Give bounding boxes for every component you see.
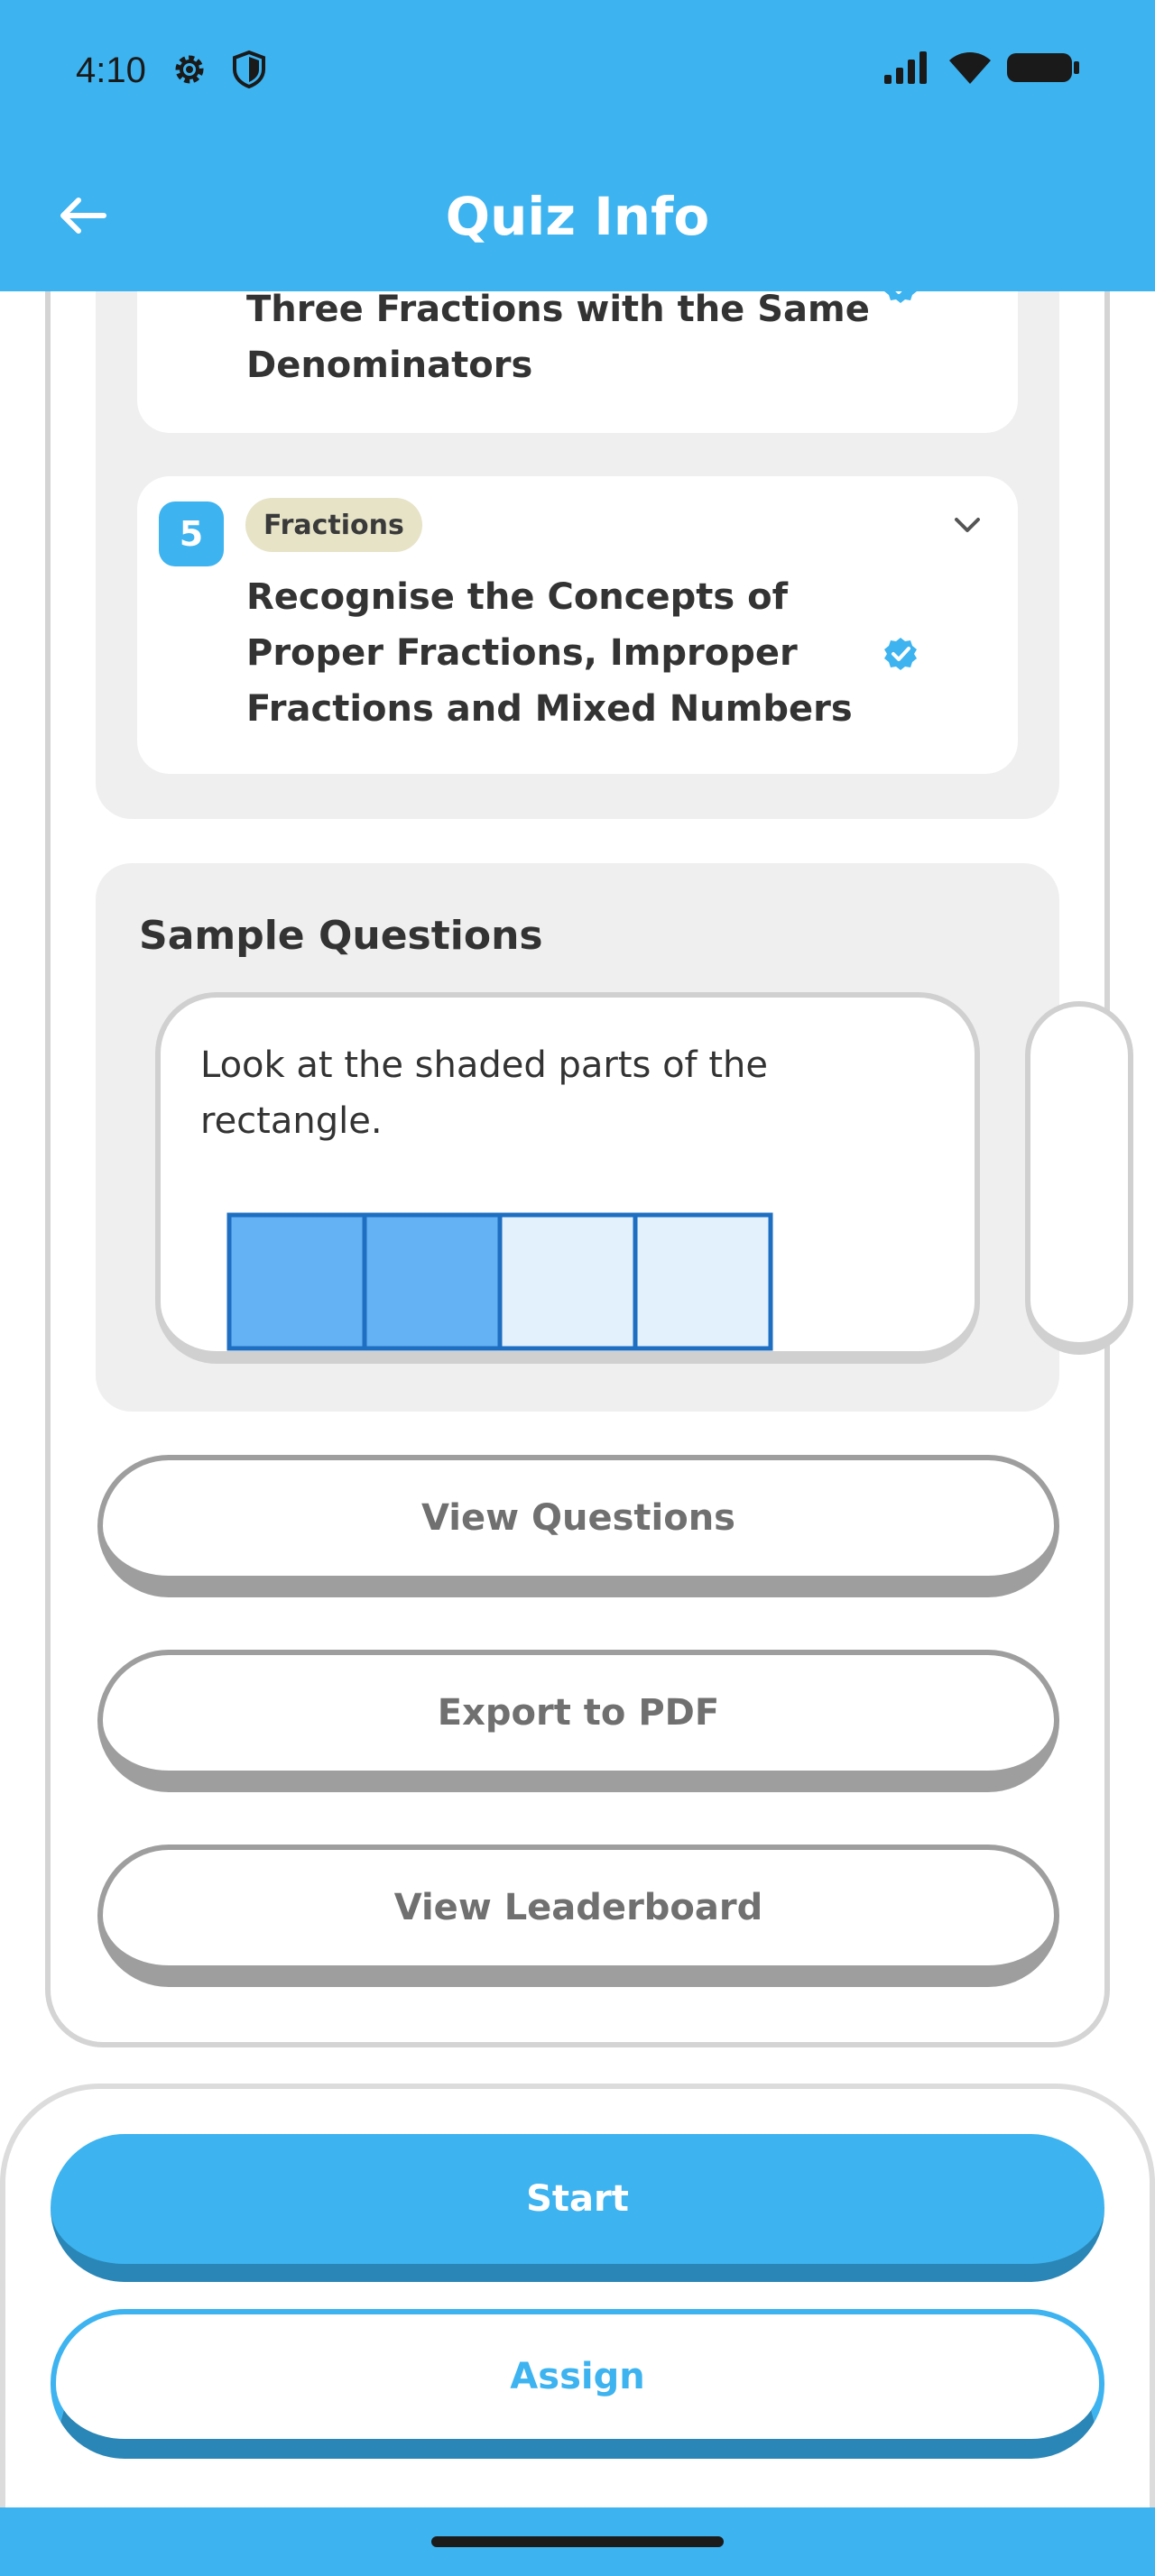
objective-4-title-line-2: Denominators bbox=[246, 345, 533, 386]
sample-question-text: Look at the shaded parts of the rectangl… bbox=[200, 1037, 832, 1149]
assign-button[interactable]: Assign bbox=[51, 2309, 1104, 2459]
quiz-info-screen: Three Fractions with the Same Denominato… bbox=[0, 0, 1155, 2576]
sample-questions-heading: Sample Questions bbox=[139, 913, 543, 959]
shaded-part bbox=[226, 1212, 367, 1351]
page-title: Quiz Info bbox=[445, 186, 710, 247]
app-header: 4:10 Quiz Info bbox=[0, 0, 1155, 291]
unshaded-part bbox=[633, 1212, 773, 1351]
signal-icon bbox=[884, 51, 927, 84]
sample-question-line-1: Look at the shaded parts of the bbox=[200, 1044, 768, 1086]
gear-icon bbox=[175, 55, 204, 84]
objective-number-badge: 5 bbox=[159, 501, 224, 566]
shaded-rectangle-figure bbox=[226, 1212, 773, 1351]
objective-5-title: Recognise the Concepts of Proper Fractio… bbox=[246, 569, 853, 737]
objective-5-title-line-2: Proper Fractions, Improper bbox=[246, 632, 798, 674]
view-questions-button[interactable]: View Questions bbox=[97, 1455, 1059, 1597]
sample-question-line-2: rectangle. bbox=[200, 1100, 383, 1142]
topic-pill: Fractions bbox=[245, 498, 422, 552]
export-pdf-button[interactable]: Export to PDF bbox=[97, 1650, 1059, 1792]
verified-badge-icon bbox=[884, 638, 917, 670]
shaded-part bbox=[362, 1212, 503, 1351]
status-time: 4:10 bbox=[76, 51, 146, 90]
battery-icon bbox=[1007, 53, 1079, 82]
next-sample-question-card[interactable] bbox=[1025, 1001, 1133, 1355]
home-indicator[interactable] bbox=[431, 2536, 724, 2547]
start-button[interactable]: Start bbox=[51, 2134, 1104, 2282]
wifi-icon bbox=[949, 52, 991, 84]
view-leaderboard-button[interactable]: View Leaderboard bbox=[97, 1845, 1059, 1987]
objective-5-title-line-1: Recognise the Concepts of bbox=[246, 576, 788, 618]
shield-icon bbox=[233, 50, 265, 89]
chevron-down-icon[interactable] bbox=[949, 507, 985, 543]
objective-4-title: Three Fractions with the Same Denominato… bbox=[246, 281, 870, 393]
objective-5-title-line-3: Fractions and Mixed Numbers bbox=[246, 688, 853, 730]
unshaded-part bbox=[497, 1212, 638, 1351]
